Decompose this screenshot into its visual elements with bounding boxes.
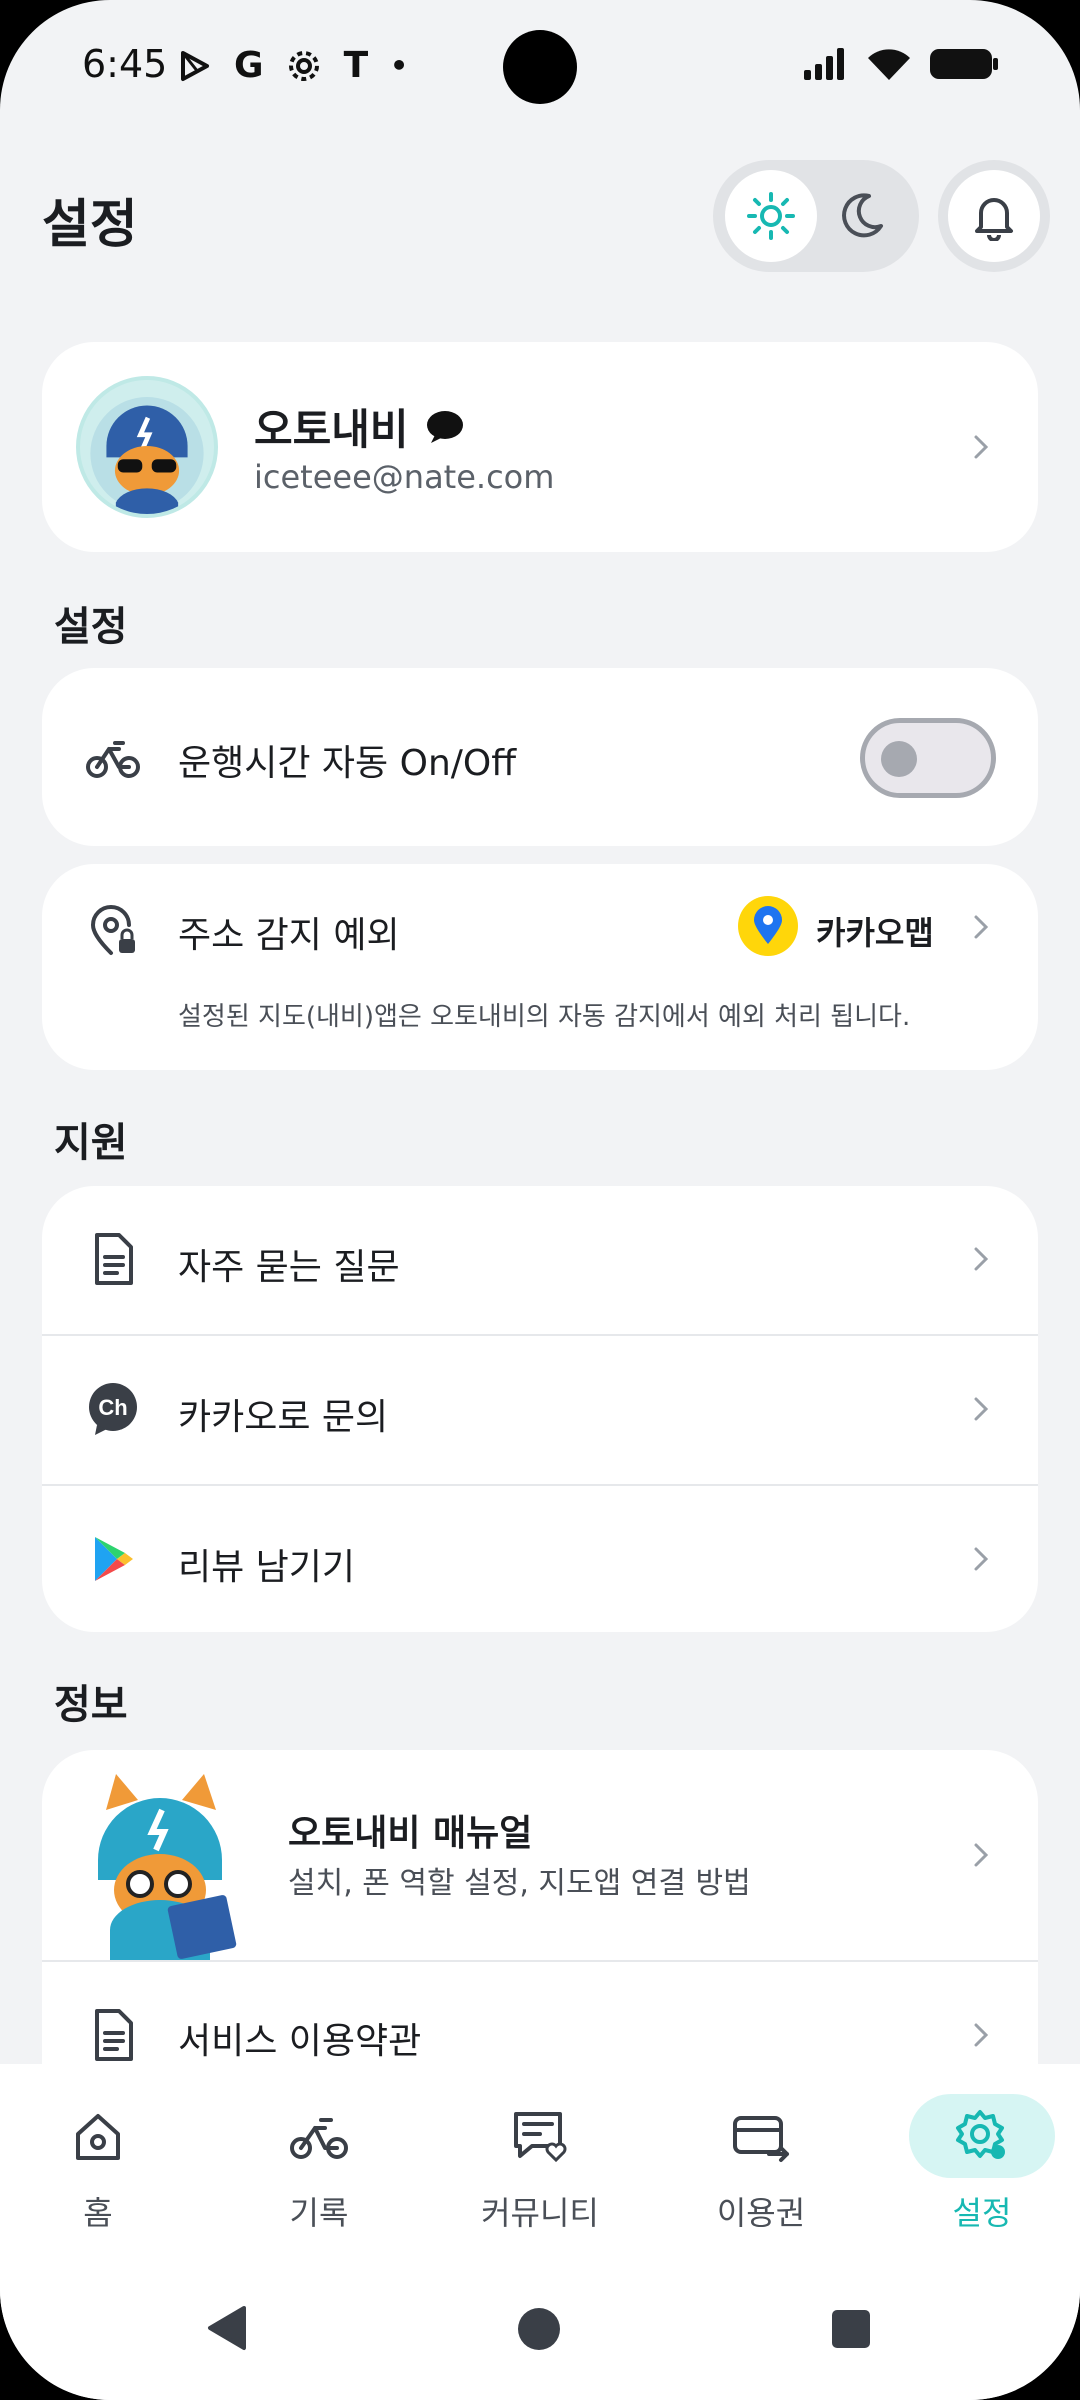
ticket-icon	[733, 2116, 789, 2162]
document-icon	[95, 1233, 133, 1285]
faq-label: 자주 묻는 질문	[178, 1247, 400, 1288]
phone-screen: 6:45 G T • 설정 오토내비 iceteee@nate.com 설정 운…	[0, 0, 1080, 2400]
play-icon	[181, 51, 209, 81]
address-app-name: 카카오맵	[816, 914, 934, 952]
chevron-right-icon	[974, 435, 989, 459]
kakao-channel-icon: Ch	[89, 1383, 137, 1435]
nav-settings[interactable]: 설정	[902, 2094, 1062, 2234]
nav-community-label: 커뮤니티	[481, 2194, 599, 2232]
support-card: 자주 묻는 질문 Ch 카카오로 문의 리뷰 남기기	[42, 1186, 1038, 1632]
support-item-kakao[interactable]: Ch 카카오로 문의	[42, 1336, 1038, 1484]
camera-cutout	[503, 30, 577, 104]
back-icon[interactable]	[204, 2304, 252, 2352]
nav-ticket[interactable]: 이용권	[681, 2094, 841, 2234]
auto-onoff-label: 운행시간 자동 On/Off	[178, 743, 517, 784]
manual-subtitle: 설치, 폰 역할 설정, 지도앱 연결 방법	[288, 1866, 751, 1901]
system-navigation-bar	[0, 2254, 1080, 2400]
profile-name-row: 오토내비	[254, 396, 465, 457]
nav-records-label: 기록	[289, 2194, 349, 2232]
section-title-settings: 설정	[54, 604, 128, 650]
manual-item[interactable]: 오토내비 매뉴얼 설치, 폰 역할 설정, 지도앱 연결 방법	[42, 1750, 1038, 1960]
manual-title: 오토내비 매뉴얼	[288, 1813, 533, 1854]
chevron-right-icon	[974, 1247, 989, 1271]
support-item-review[interactable]: 리뷰 남기기	[42, 1486, 1038, 1632]
page-title: 설정	[42, 195, 138, 255]
section-title-info: 정보	[54, 1682, 128, 1728]
nav-records[interactable]: 기록	[239, 2094, 399, 2234]
nav-settings-label: 설정	[952, 2194, 1012, 2232]
google-icon: G	[234, 45, 264, 86]
settings-icon	[956, 2110, 1005, 2159]
section-title-support: 지원	[54, 1120, 128, 1166]
kakaomap-badge	[738, 896, 798, 956]
bell-icon	[975, 198, 1013, 241]
wifi-icon	[868, 49, 910, 80]
kakao-icon-wrap: Ch	[82, 1378, 144, 1440]
recents-icon[interactable]	[830, 2308, 872, 2350]
status-time: 6:45	[82, 42, 168, 86]
status-bar: 6:45 G T •	[0, 0, 1080, 130]
sun-icon	[747, 192, 795, 240]
t-icon: T	[343, 45, 369, 86]
nav-home-label: 홈	[83, 2194, 113, 2232]
review-label: 리뷰 남기기	[178, 1547, 356, 1588]
chevron-right-icon	[974, 1397, 989, 1421]
google-play-icon	[95, 1537, 133, 1581]
location-lock-icon	[90, 905, 135, 955]
toggle-knob	[881, 741, 917, 777]
terms-icon-wrap	[82, 2004, 144, 2066]
chevron-right-icon	[974, 915, 989, 939]
notification-icons: G T •	[176, 46, 408, 86]
chat-bubble-icon	[426, 410, 463, 443]
manual-mascot-image	[76, 1770, 246, 1960]
battery-icon	[930, 49, 998, 79]
chevron-right-icon	[974, 1843, 989, 1867]
home-circle-icon[interactable]	[516, 2306, 562, 2352]
address-exception-card[interactable]: 주소 감지 예외 카카오맵 설정된 지도(내비)앱은 오토내비의 자동 감지에서…	[42, 864, 1038, 1070]
dark-theme-button[interactable]	[815, 170, 907, 262]
nav-home[interactable]: 홈	[18, 2094, 178, 2234]
bike-icon	[290, 2118, 348, 2159]
document-icon	[95, 2009, 133, 2061]
location-icon-wrap	[82, 900, 144, 962]
auto-onoff-card: 운행시간 자동 On/Off	[42, 668, 1038, 846]
address-exception-description: 설정된 지도(내비)앱은 오토내비의 자동 감지에서 예외 처리 됩니다.	[178, 1002, 911, 1032]
svg-text:Ch: Ch	[98, 1395, 127, 1420]
bottom-navigation: 홈 기록 커뮤니티 이용권 설정	[0, 2064, 1080, 2254]
profile-email: iceteee@nate.com	[254, 458, 555, 496]
home-icon	[76, 2114, 120, 2160]
system-status-icons	[802, 46, 1000, 82]
profile-name: 오토내비	[254, 405, 409, 454]
kakaomap-pin-icon	[754, 906, 782, 944]
profile-card[interactable]: 오토내비 iceteee@nate.com	[42, 342, 1038, 552]
gear-icon	[288, 51, 319, 81]
nav-community[interactable]: 커뮤니티	[460, 2094, 620, 2234]
document-icon-wrap	[82, 1228, 144, 1290]
avatar	[76, 376, 218, 518]
nav-ticket-label: 이용권	[716, 2194, 806, 2232]
moon-icon	[842, 193, 883, 238]
kakao-inquiry-label: 카카오로 문의	[178, 1397, 389, 1438]
play-store-icon-wrap	[82, 1528, 144, 1590]
light-theme-button[interactable]	[725, 170, 817, 262]
community-icon	[514, 2112, 567, 2163]
notification-button[interactable]	[938, 160, 1050, 272]
signal-icon	[804, 48, 844, 80]
auto-onoff-toggle[interactable]	[860, 718, 996, 798]
dot-icon: •	[390, 49, 409, 82]
terms-label: 서비스 이용약관	[178, 2021, 422, 2062]
theme-toggle[interactable]	[713, 160, 919, 272]
chevron-right-icon	[974, 1547, 989, 1571]
bike-icon	[86, 741, 140, 778]
chevron-right-icon	[974, 2023, 989, 2047]
bike-icon-wrap	[82, 726, 144, 788]
support-item-faq[interactable]: 자주 묻는 질문	[42, 1186, 1038, 1334]
address-exception-label: 주소 감지 예외	[178, 915, 400, 956]
